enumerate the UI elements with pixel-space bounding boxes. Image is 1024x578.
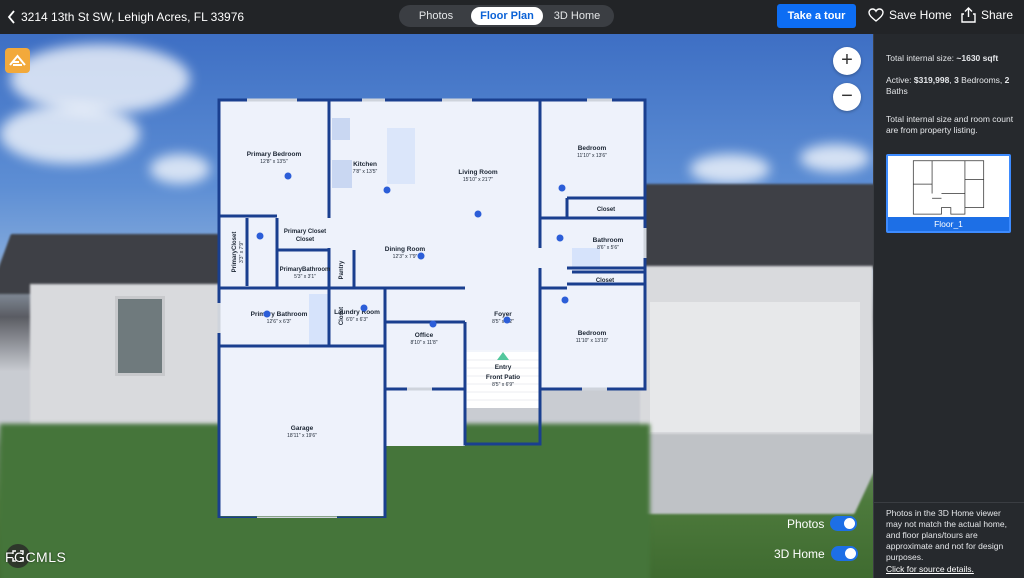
cloud bbox=[690, 154, 770, 184]
listing-sidebar: Total internal size: ~1630 sqft Active: … bbox=[873, 34, 1024, 578]
house-roof bbox=[640, 184, 873, 269]
room-label: Front Patio bbox=[486, 374, 520, 381]
room-label: Primary Closet bbox=[284, 229, 326, 235]
photos-toggle-label: Photos bbox=[787, 516, 825, 531]
zoom-in-button[interactable]: + bbox=[833, 47, 861, 75]
floor-thumbnail-image bbox=[912, 160, 985, 215]
top-bar: 3214 13th St SW, Lehigh Acres, FL 33976 … bbox=[0, 0, 1024, 34]
room-size: 8'5" x 6'9" bbox=[492, 382, 514, 388]
room-size: 11'10" x 13'6" bbox=[577, 153, 607, 159]
room-size: 8'10" x 11'8" bbox=[410, 340, 437, 346]
size-note: Total internal size and room count are f… bbox=[886, 114, 1014, 135]
garage-door bbox=[650, 302, 860, 432]
photos-toggle-row: Photos bbox=[787, 516, 858, 531]
room-size: 12'3" x 7'9" bbox=[393, 254, 418, 260]
room-label: Garage bbox=[291, 425, 314, 432]
room-label: Primary Bedroom bbox=[247, 151, 302, 158]
share-button[interactable]: Share bbox=[961, 7, 1013, 23]
room-label: Closet bbox=[597, 207, 615, 213]
room-label: Entry bbox=[495, 364, 512, 371]
floor-thumbnail[interactable]: Floor_1 bbox=[886, 154, 1011, 233]
3d-home-toggle-label: 3D Home bbox=[774, 546, 825, 561]
share-icon bbox=[961, 7, 976, 23]
listing-address: 3214 13th St SW, Lehigh Acres, FL 33976 bbox=[21, 10, 245, 24]
room-size: 5'3" x 3'1" bbox=[294, 274, 316, 280]
cloud bbox=[150, 154, 210, 184]
room-size: 12'6" x 6'3" bbox=[267, 319, 292, 325]
save-home-button[interactable]: Save Home bbox=[868, 8, 952, 22]
source-details-link[interactable]: Click for source details. bbox=[886, 564, 974, 574]
3d-home-toggle[interactable] bbox=[830, 546, 858, 561]
room-size: 8'6" x 5'6" bbox=[597, 245, 619, 251]
room-label: Bedroom bbox=[578, 330, 607, 337]
take-a-tour-button[interactable]: Take a tour bbox=[777, 4, 856, 28]
room-size: 15'10" x 21'7" bbox=[463, 177, 493, 183]
room-label: PrimaryBathroom bbox=[280, 267, 331, 273]
room-size: 18'11" x 19'6" bbox=[287, 433, 317, 439]
3d-home-toggle-row: 3D Home bbox=[774, 546, 858, 561]
zoom-out-button[interactable]: − bbox=[833, 83, 861, 111]
internal-size: Total internal size: ~1630 sqft bbox=[886, 53, 1018, 64]
room-label: Primary Bathroom bbox=[251, 311, 308, 318]
cloud bbox=[0, 104, 140, 164]
listing-price: $319,998 bbox=[913, 75, 950, 85]
room-label: Dining Room bbox=[385, 246, 426, 253]
internal-size-label: Total internal size: bbox=[886, 53, 957, 63]
room-label: Kitchen bbox=[353, 161, 377, 168]
room-label: Closet bbox=[596, 278, 614, 284]
baths-label: Baths bbox=[886, 86, 908, 96]
mls-watermark: FGCMLS bbox=[5, 549, 67, 565]
divider bbox=[874, 502, 1024, 503]
cloud bbox=[800, 144, 870, 172]
floor-plan: Primary Bedroom 12'8" x 13'5" Kitchen 7'… bbox=[217, 98, 647, 518]
room-label: Foyer bbox=[494, 311, 512, 318]
room-label: Bathroom bbox=[593, 237, 624, 244]
internal-size-value: ~1630 sqft bbox=[956, 53, 999, 63]
room-label: PrimaryCloset bbox=[232, 232, 238, 273]
floor-plan-viewer[interactable]: + − Primary Bedroom 12'8" x 13'5" Kitche… bbox=[0, 34, 873, 578]
room-label: Bedroom bbox=[578, 145, 607, 152]
room-size: 7'8" x 13'5" bbox=[353, 169, 378, 175]
listing-summary: Active: $319,998, 3 Bedrooms, 2 Baths bbox=[886, 75, 1018, 97]
room-size: 3'3" x 7'9" bbox=[239, 241, 245, 263]
room-size: 6'0" x 6'3" bbox=[346, 317, 368, 323]
tab-photos[interactable]: Photos bbox=[401, 7, 471, 25]
floor-label: Floor_1 bbox=[888, 217, 1009, 231]
bathroom-count: 2 bbox=[1004, 75, 1010, 85]
chevron-left-icon bbox=[7, 10, 15, 24]
house-window bbox=[115, 296, 165, 376]
save-home-label: Save Home bbox=[889, 8, 952, 22]
room-label: Laundry Room bbox=[334, 309, 380, 316]
cloud bbox=[10, 44, 190, 114]
status-label: Active: bbox=[886, 75, 914, 85]
room-label: Office bbox=[415, 332, 434, 339]
tab-3d-home[interactable]: 3D Home bbox=[543, 7, 611, 25]
disclaimer: Photos in the 3D Home viewer may not mat… bbox=[886, 508, 1007, 562]
heart-icon bbox=[868, 8, 884, 22]
room-size: 11'10" x 13'10" bbox=[576, 338, 609, 344]
share-label: Share bbox=[981, 8, 1014, 22]
svg-text:Closet: Closet bbox=[296, 237, 314, 243]
back-button[interactable]: 3214 13th St SW, Lehigh Acres, FL 33976 bbox=[6, 10, 244, 24]
bedrooms-label: Bedrooms, bbox=[958, 75, 1005, 85]
brand-logo-icon bbox=[5, 48, 30, 73]
photos-toggle[interactable] bbox=[830, 516, 858, 531]
room-label: Living Room bbox=[458, 169, 498, 176]
view-tabs: Photos Floor Plan 3D Home bbox=[399, 5, 614, 27]
room-label: Pantry bbox=[339, 260, 345, 279]
room-size: 8'5" x 9'2" bbox=[492, 319, 514, 325]
room-size: 12'8" x 13'5" bbox=[260, 159, 288, 165]
tab-floor-plan[interactable]: Floor Plan bbox=[471, 7, 543, 25]
